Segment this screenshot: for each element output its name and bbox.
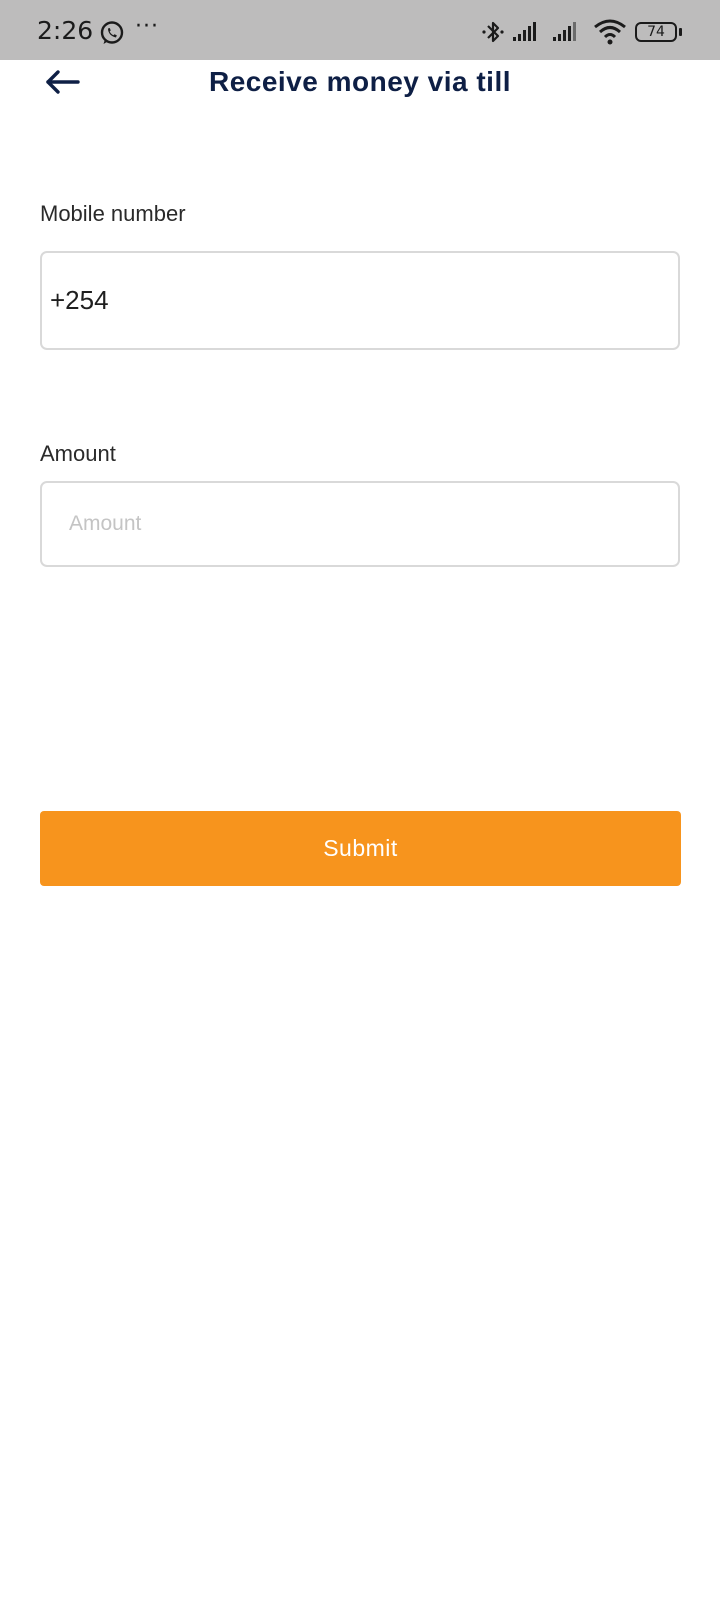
- whatsapp-icon: [100, 21, 124, 44]
- wifi-icon: [594, 19, 626, 45]
- amount-label: Amount: [40, 441, 116, 466]
- battery-level: 74: [647, 24, 665, 40]
- battery-icon: 74: [635, 22, 677, 42]
- signal-icon: [513, 22, 536, 41]
- amount-input[interactable]: [40, 481, 680, 567]
- status-bar: 2:26 ··· 74: [0, 0, 720, 60]
- mobile-number-input[interactable]: [40, 251, 680, 350]
- status-time: 2:26: [37, 16, 94, 45]
- signal-icon: [553, 22, 576, 41]
- submit-button[interactable]: Submit: [40, 811, 681, 886]
- bluetooth-icon: [482, 21, 504, 43]
- more-notifications-icon: ···: [135, 14, 159, 39]
- battery-tip: [679, 28, 682, 36]
- page-title: Receive money via till: [208, 66, 512, 97]
- mobile-number-label: Mobile number: [40, 201, 186, 226]
